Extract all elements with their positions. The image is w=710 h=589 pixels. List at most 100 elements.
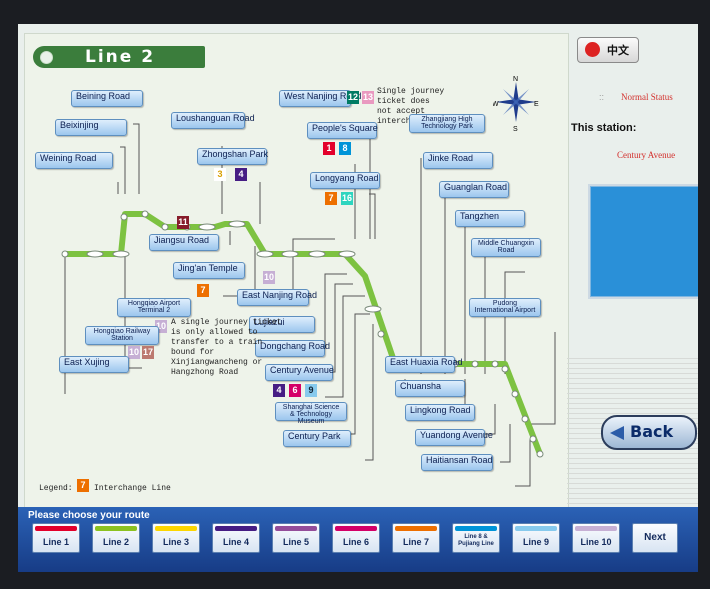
next-button[interactable]: Next xyxy=(632,523,678,553)
station-zhangjiang[interactable]: Zhangjiang High Technology Park xyxy=(409,114,485,133)
badge-line1: 1 xyxy=(323,142,335,155)
info-display xyxy=(588,184,698,299)
line5-label: Line 5 xyxy=(282,537,309,547)
line3-color xyxy=(155,526,197,531)
badge-line13: 13 xyxy=(362,91,374,104)
line10-label: Line 10 xyxy=(580,537,612,547)
station-jiangsu[interactable]: Jiangsu Road xyxy=(149,234,219,251)
station-century-park[interactable]: Century Park xyxy=(283,430,351,447)
status-text: Normal Status xyxy=(621,92,673,102)
station-middlechuangxin[interactable]: Middle Chuangxin Road xyxy=(471,238,541,257)
line2-label: Line 2 xyxy=(102,537,129,547)
line4-button[interactable]: Line 4 xyxy=(212,523,260,553)
station-loushanguan[interactable]: Loushanguan Road xyxy=(171,112,255,129)
station-chuansha[interactable]: Chuansha xyxy=(395,380,465,397)
badge-line16: 16 xyxy=(341,192,353,205)
station-yuandong[interactable]: Yuandong Avenue xyxy=(415,429,493,446)
line2-color xyxy=(95,526,137,531)
station-longyang[interactable]: Longyang Road xyxy=(310,172,380,189)
badge-line4b: 4 xyxy=(273,384,285,397)
back-arrow-icon xyxy=(610,426,624,440)
back-button[interactable]: Back xyxy=(601,415,697,450)
station-zhongshan[interactable]: Zhongshan Park xyxy=(197,148,268,165)
badge-line4: 4 xyxy=(235,168,247,181)
station-pudong-airport[interactable]: Pudong International Airport xyxy=(469,298,541,317)
line6-label: Line 6 xyxy=(342,537,369,547)
line1-color xyxy=(35,526,77,531)
line7-button[interactable]: Line 7 xyxy=(392,523,440,553)
line3-button[interactable]: Line 3 xyxy=(152,523,200,553)
badge-line9: 9 xyxy=(305,384,317,397)
compass-w: W xyxy=(493,101,499,108)
line8-label: Line 8 & Pujiang Line xyxy=(458,534,494,547)
badge-line7: 7 xyxy=(197,284,209,297)
badge-line17: 17 xyxy=(142,346,154,359)
line7-color xyxy=(395,526,437,531)
compass-rose-icon: N E S W xyxy=(492,76,539,137)
note-hongqiao: A single journey ticket is only allowed … xyxy=(171,318,282,377)
badge-line8: 8 xyxy=(339,142,351,155)
badge-line11: 11 xyxy=(177,216,189,229)
badge-line12: 12 xyxy=(347,91,359,104)
compass-s: S xyxy=(513,126,518,132)
line7-label: Line 7 xyxy=(402,537,429,547)
line8-color xyxy=(455,526,497,531)
compass-e: E xyxy=(534,101,539,108)
station-beining[interactable]: Beining Road xyxy=(71,90,143,107)
legend-badge: 7 xyxy=(77,479,89,492)
line10-button[interactable]: Line 10 xyxy=(572,523,620,553)
compass-n: N xyxy=(513,76,518,83)
line4-color xyxy=(215,526,257,531)
line6-color xyxy=(335,526,377,531)
badge-line6: 6 xyxy=(289,384,301,397)
route-lines xyxy=(61,122,556,487)
line3-label: Line 3 xyxy=(162,537,189,547)
badge-line7b: 7 xyxy=(325,192,337,205)
station-jingan[interactable]: Jing'an Temple xyxy=(173,262,245,279)
badge-line10: 10 xyxy=(263,271,275,284)
station-lingkong[interactable]: Lingkong Road xyxy=(405,404,475,421)
station-haitiansan[interactable]: Haitiansan Road xyxy=(421,454,493,471)
line9-button[interactable]: Line 9 xyxy=(512,523,560,553)
station-easthuaxia[interactable]: East Huaxia Road xyxy=(385,356,463,373)
kiosk-screen: Line 2 N E S W Beining Road Beixinjing W… xyxy=(18,24,698,572)
language-button[interactable]: 中文 xyxy=(577,37,639,63)
station-tangzhen[interactable]: Tangzhen xyxy=(455,210,525,227)
status-panel: 中文 :: Normal Status This station: Centur… xyxy=(567,24,698,524)
station-eastnanjing[interactable]: East Nanjing Road xyxy=(237,289,317,306)
badge-line3: 3 xyxy=(214,168,226,181)
legend-label: Legend: xyxy=(39,484,73,493)
current-station: Century Avenue xyxy=(617,150,676,160)
status-separator: :: xyxy=(599,92,605,102)
route-prompt: Please choose your route xyxy=(28,510,150,521)
route-bar: Please choose your route Line 1 Line 2 L… xyxy=(18,507,698,572)
line9-label: Line 9 xyxy=(522,537,549,547)
line5-color xyxy=(275,526,317,531)
line2-button[interactable]: Line 2 xyxy=(92,523,140,553)
line1-button[interactable]: Line 1 xyxy=(32,523,80,553)
station-jinke[interactable]: Jinke Road xyxy=(423,152,493,169)
station-peoples[interactable]: People's Square xyxy=(307,122,378,139)
line-map: Line 2 N E S W Beining Road Beixinjing W… xyxy=(24,33,569,522)
line10-color xyxy=(575,526,617,531)
station-hongqiao-t2[interactable]: Hongqiao Airport Terminal 2 xyxy=(117,298,191,317)
line4-label: Line 4 xyxy=(222,537,249,547)
back-label: Back xyxy=(630,422,674,441)
station-eastxujing[interactable]: East Xujing xyxy=(59,356,129,373)
line5-button[interactable]: Line 5 xyxy=(272,523,320,553)
station-westnanjing[interactable]: West Nanjing Road xyxy=(279,90,361,107)
metro-logo-icon xyxy=(585,42,600,57)
this-station-label: This station: xyxy=(571,122,637,134)
station-guanglan[interactable]: Guanglan Road xyxy=(439,181,509,198)
language-label: 中文 xyxy=(607,44,629,57)
station-weining[interactable]: Weining Road xyxy=(35,152,113,169)
legend-text: Interchange Line xyxy=(94,484,171,493)
station-science[interactable]: Shanghai Science & Technology Museum xyxy=(275,402,347,425)
line1-label: Line 1 xyxy=(42,537,69,547)
line9-color xyxy=(515,526,557,531)
badge-line10c: 10 xyxy=(128,346,140,359)
line6-button[interactable]: Line 6 xyxy=(332,523,380,553)
station-beixinjing[interactable]: Beixinjing xyxy=(55,119,127,136)
line8-button[interactable]: Line 8 & Pujiang Line xyxy=(452,523,500,553)
station-hongqiao-rail[interactable]: Hongqiao Railway Station xyxy=(85,326,159,345)
